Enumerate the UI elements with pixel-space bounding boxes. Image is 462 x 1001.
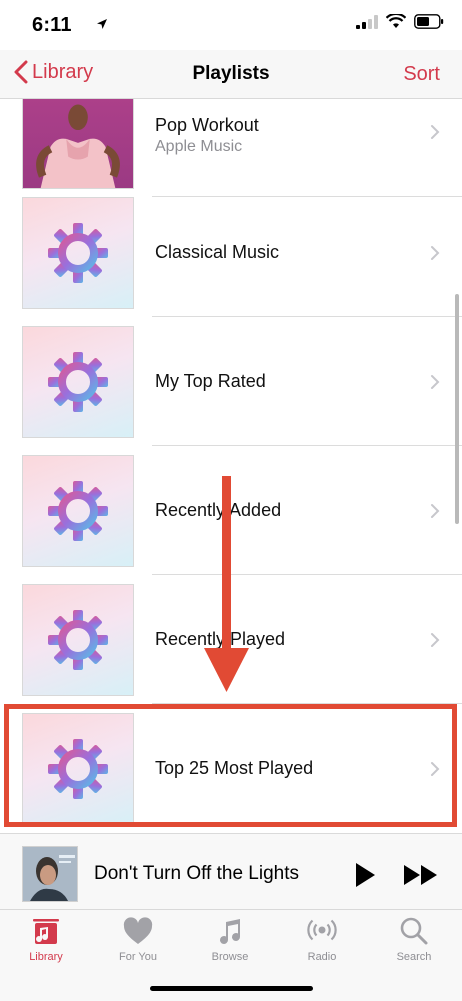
tab-for-you[interactable]: For You (92, 916, 184, 963)
home-indicator[interactable] (150, 986, 313, 991)
heart-icon (123, 917, 153, 944)
playlist-title: Classical Music (155, 242, 280, 262)
now-playing-artwork (22, 846, 78, 902)
playlist-title: Recently Played (155, 629, 286, 649)
battery-icon (414, 14, 444, 29)
smart-playlist-art (22, 326, 134, 438)
smart-playlist-art (22, 584, 134, 696)
now-playing-artwork-image (23, 847, 77, 901)
tab-label: Library (29, 951, 63, 963)
search-icon (400, 917, 428, 945)
navigation-bar: Library Playlists Sort (0, 50, 462, 99)
fast-forward-icon[interactable] (403, 864, 439, 886)
gear-icon (48, 223, 108, 283)
pop-workout-cover-image (36, 104, 120, 188)
chevron-right-icon (431, 504, 440, 518)
gear-icon (48, 352, 108, 412)
chevron-right-icon (431, 375, 440, 389)
playlist-subtitle: Apple Music (155, 138, 243, 155)
mini-player[interactable]: Don't Turn Off the Lights (0, 833, 462, 909)
pop-workout-cover (22, 99, 134, 189)
playlist-row-classical-music[interactable]: Classical Music (0, 188, 462, 317)
library-icon (33, 919, 59, 944)
radio-icon (307, 919, 337, 941)
playlist-title: Pop Workout (155, 115, 259, 135)
chevron-right-icon (431, 633, 440, 647)
smart-playlist-art (22, 197, 134, 309)
playlist-title: Recently Added (155, 500, 282, 520)
wifi-icon (386, 14, 406, 28)
tab-label: Search (396, 951, 432, 963)
status-time: 6:11 (32, 14, 72, 36)
tab-label: For You (119, 951, 157, 963)
location-icon (97, 19, 107, 29)
tab-library[interactable]: Library (0, 916, 92, 963)
play-icon[interactable] (354, 862, 376, 888)
signal-icon (356, 14, 378, 29)
now-playing-title[interactable]: Don't Turn Off the Lights (94, 863, 299, 885)
chevron-right-icon (431, 246, 440, 260)
annotation-highlight-box (4, 704, 457, 827)
playlist-title: My Top Rated (155, 371, 266, 391)
tab-label: Browse (211, 951, 249, 963)
scroll-indicator[interactable] (455, 294, 459, 524)
gear-icon (48, 481, 108, 541)
status-bar: 6:11 (0, 0, 462, 50)
smart-playlist-art (22, 455, 134, 567)
page-title: Playlists (192, 63, 270, 84)
tab-radio[interactable]: Radio (276, 916, 368, 963)
playlist-row-pop-workout[interactable]: Pop Workout Apple Music (0, 99, 462, 197)
chevron-right-icon (431, 125, 440, 139)
sort-button[interactable]: Sort (403, 63, 440, 86)
tab-search[interactable]: Search (368, 916, 460, 963)
gear-icon (48, 610, 108, 670)
music-note-icon (220, 919, 240, 944)
tab-label: Radio (307, 951, 337, 963)
playlist-row-my-top-rated[interactable]: My Top Rated (0, 317, 462, 446)
playlist-row-recently-added[interactable]: Recently Added (0, 446, 462, 575)
playlist-row-recently-played[interactable]: Recently Played (0, 575, 462, 704)
tab-browse[interactable]: Browse (184, 916, 276, 963)
